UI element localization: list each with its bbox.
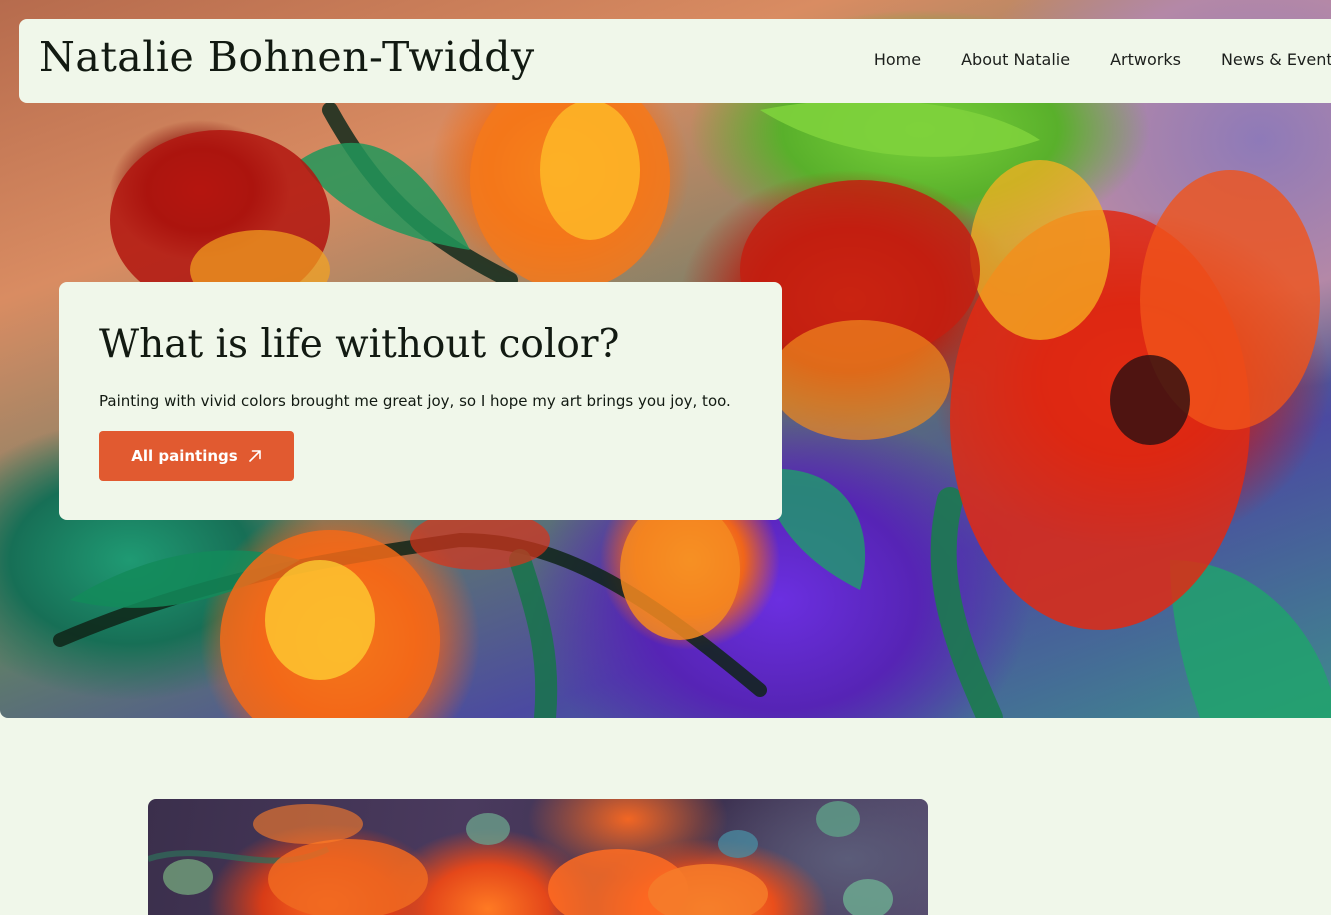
hero-description: Painting with vivid colors brought me gr…: [99, 392, 731, 410]
nav-link-about-natalie[interactable]: About Natalie: [961, 50, 1070, 69]
site-title[interactable]: Natalie Bohnen-Twiddy: [39, 33, 535, 81]
arrow-up-right-icon: [248, 449, 262, 463]
all-paintings-button-label: All paintings: [131, 447, 238, 465]
nav-link-news-events[interactable]: News & Events: [1221, 50, 1331, 69]
nav-link-home[interactable]: Home: [874, 50, 921, 69]
nav-link-artworks[interactable]: Artworks: [1110, 50, 1181, 69]
featured-painting-image: [148, 799, 928, 915]
hero-heading: What is life without color?: [99, 322, 620, 367]
all-paintings-button[interactable]: All paintings: [99, 431, 294, 481]
hero-card: What is life without color? Painting wit…: [59, 282, 782, 520]
main-nav: Home About Natalie Artworks News & Event…: [874, 50, 1331, 69]
top-navigation-bar: Natalie Bohnen-Twiddy Home About Natalie…: [19, 19, 1331, 103]
